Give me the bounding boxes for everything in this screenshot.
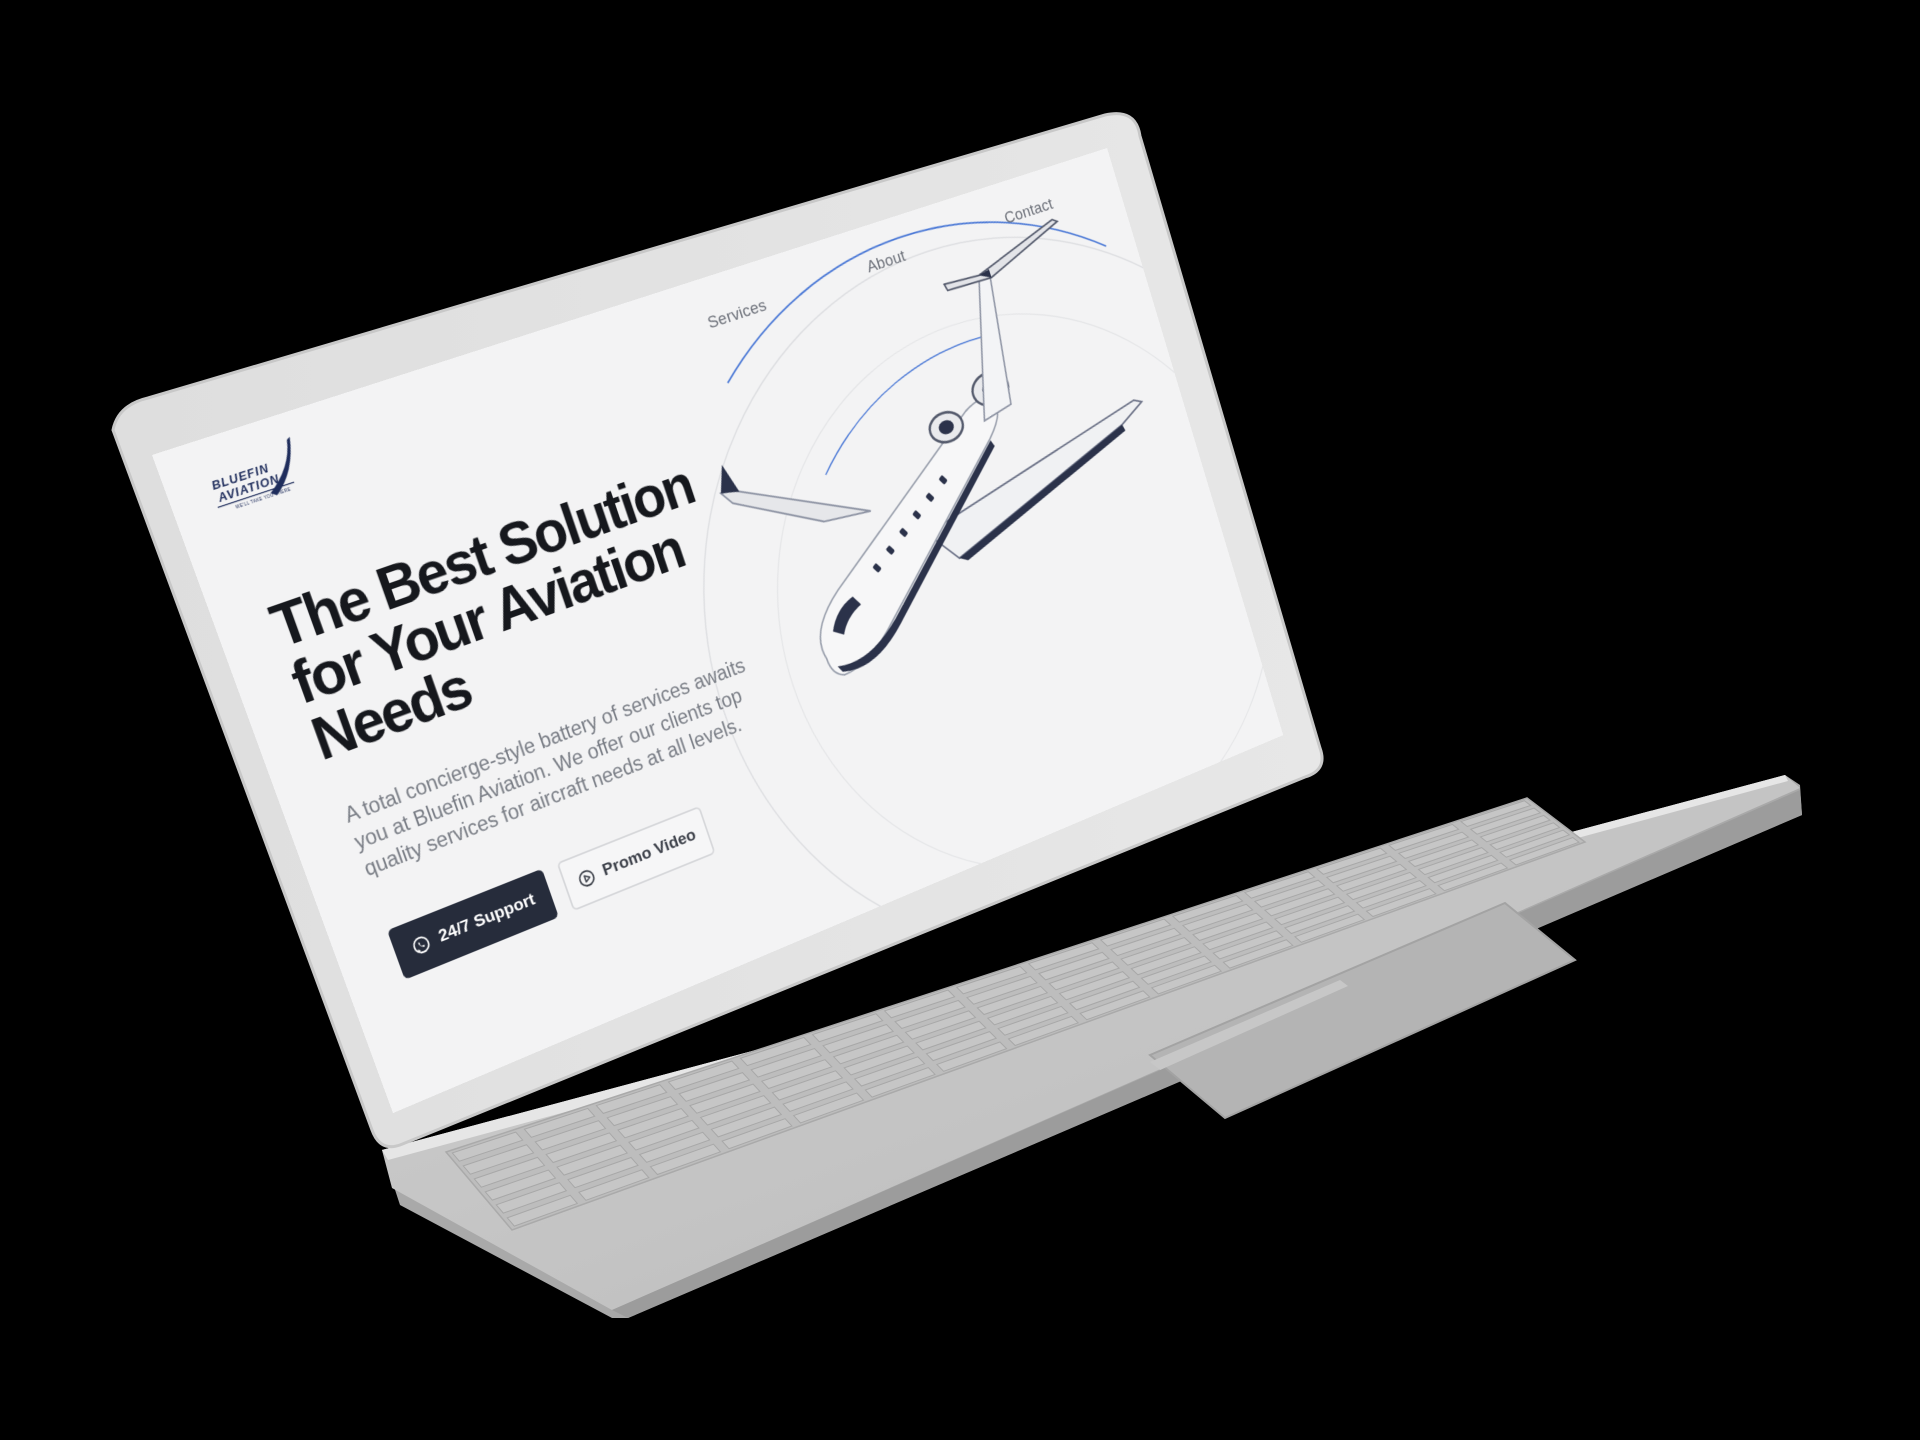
mockup-stage: BLUEFIN AVIATION WE'LL TAKE YOU THERE Se… [0,0,1920,1440]
